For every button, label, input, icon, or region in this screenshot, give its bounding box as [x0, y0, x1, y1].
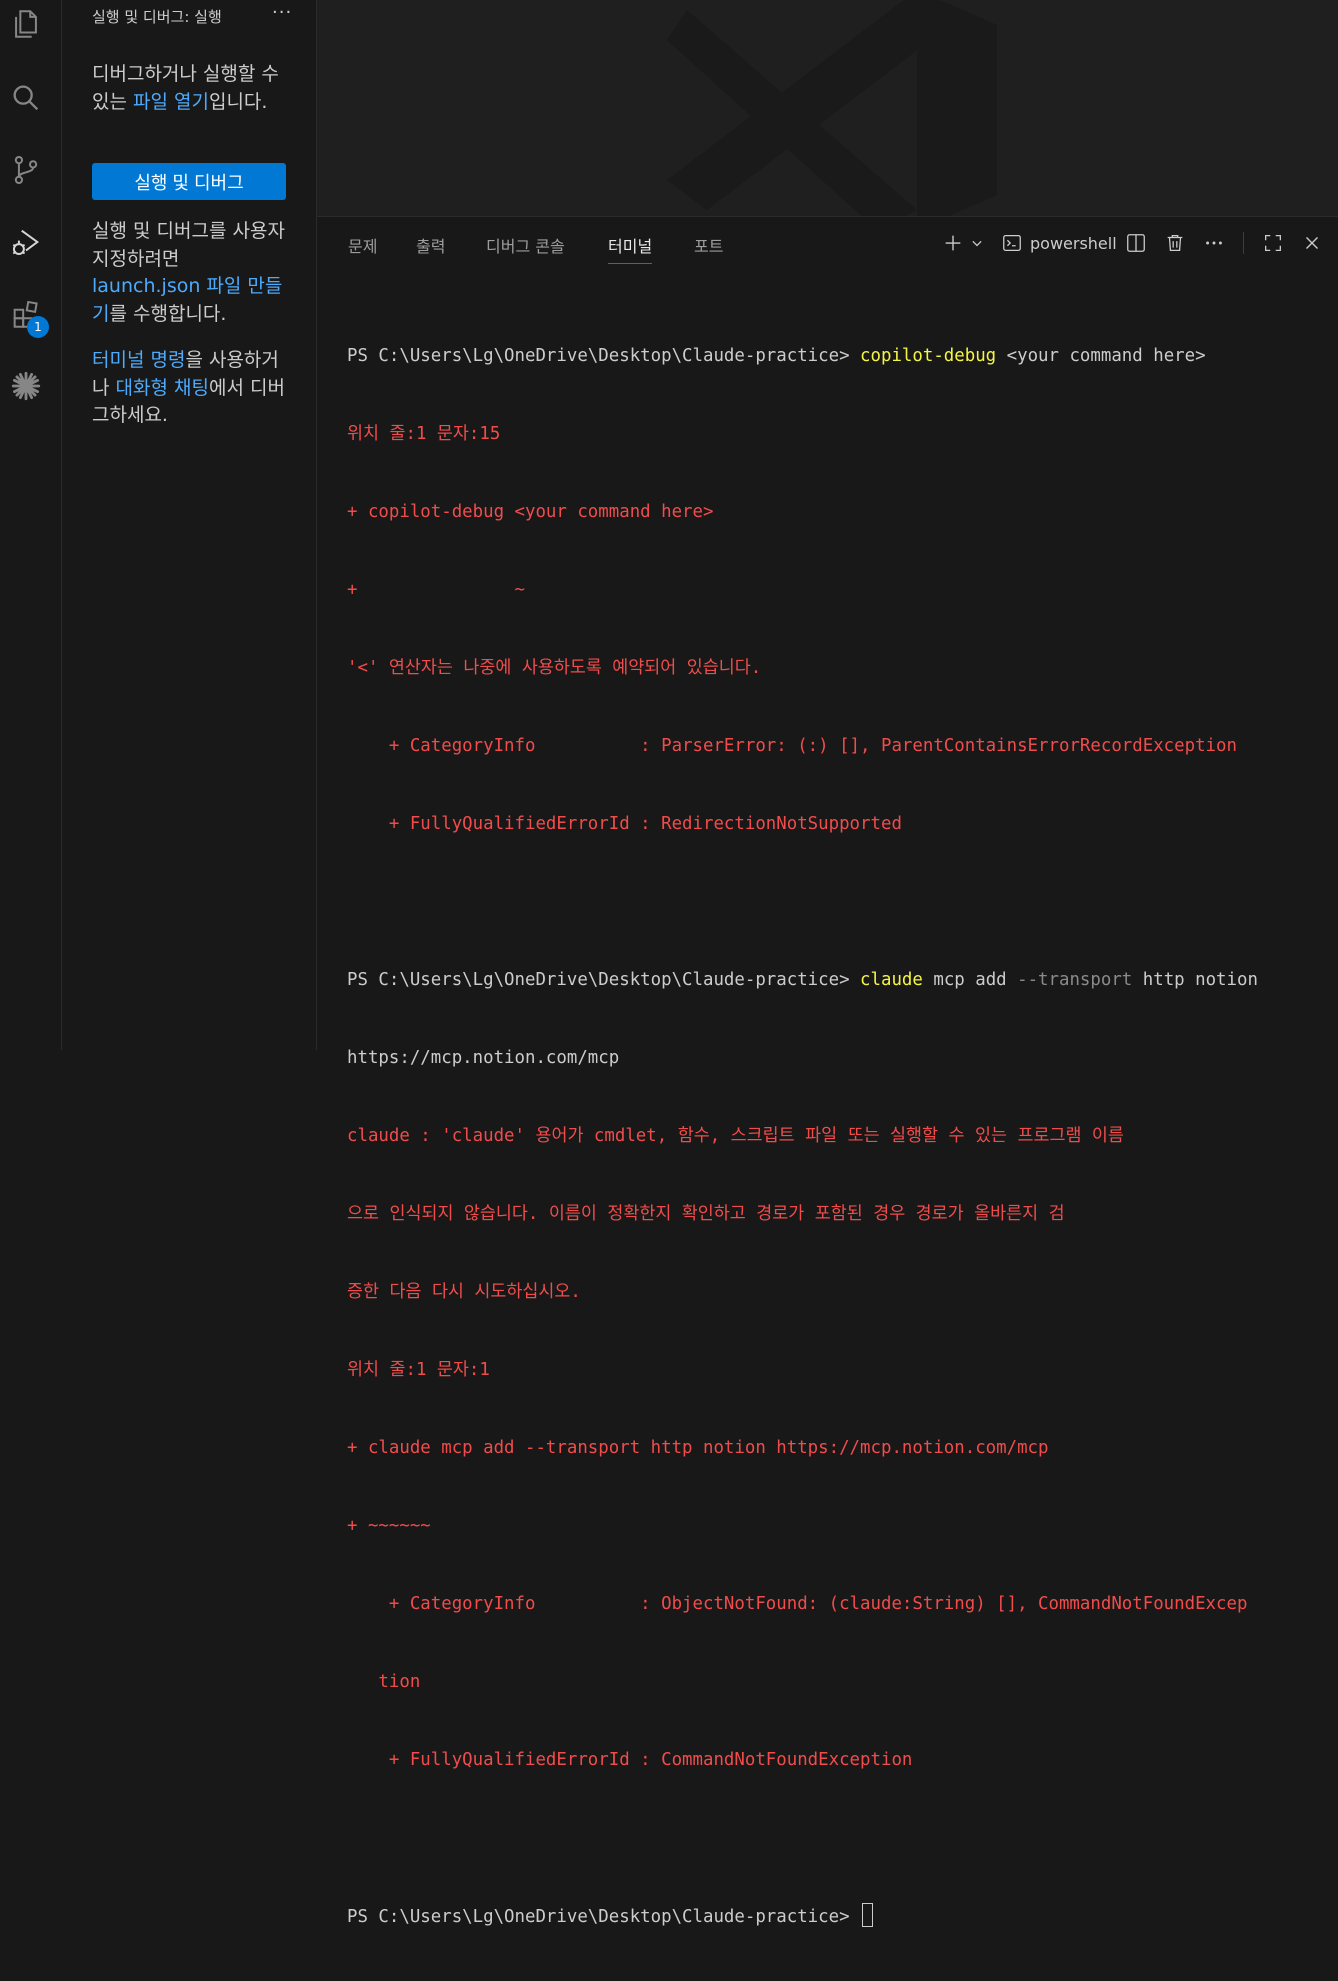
terminal-line: + ~	[347, 580, 525, 600]
terminal-line: + CategoryInfo : ParserError: (:) [], Pa…	[347, 736, 1237, 756]
terminal-line: PS C:\Users\Lg\OneDrive\Desktop\Claude-p…	[347, 346, 1206, 366]
interactive-chat-link[interactable]: 대화형 채팅	[116, 377, 209, 399]
terminal-command-link[interactable]: 터미널 명령	[92, 349, 185, 371]
new-terminal-icon[interactable]	[941, 231, 965, 255]
open-file-message: 디버그하거나 실행할 수 있는 파일 열기입니다.	[92, 63, 279, 113]
sidebar-title: 실행 및 디버그: 실행	[92, 8, 222, 26]
customize-message: 실행 및 디버그를 사용자 지정하려면 launch.json 파일 만들기를 …	[92, 220, 285, 325]
toolbar-divider	[1243, 232, 1244, 254]
extensions-badge: 1	[27, 316, 49, 338]
chevron-down-icon[interactable]	[967, 231, 987, 255]
terminal-line: + claude mcp add --transport http notion…	[347, 1438, 1049, 1458]
terminal-line: + CategoryInfo : ObjectNotFound: (claude…	[347, 1594, 1248, 1614]
run-debug-icon[interactable]	[6, 222, 46, 262]
activity-bar: 1	[0, 0, 62, 1050]
terminal-line: PS C:\Users\Lg\OneDrive\Desktop\Claude-p…	[347, 970, 1258, 990]
terminal-output[interactable]: PS C:\Users\Lg\OneDrive\Desktop\Claude-p…	[347, 291, 1258, 1981]
terminal-chat-message: 터미널 명령을 사용하거나 대화형 채팅에서 디버그하세요.	[92, 349, 285, 426]
vscode-watermark-icon	[667, 0, 997, 216]
run-and-debug-button[interactable]: 실행 및 디버그	[92, 163, 286, 200]
terminal-line: 위치 줄:1 문자:1	[347, 1360, 490, 1380]
run-debug-sidebar: 실행 및 디버그: 실행 ··· 디버그하거나 실행할 수 있는 파일 열기입니…	[62, 0, 317, 1050]
terminal-line: tion	[347, 1672, 421, 1692]
shell-name[interactable]: powershell	[1030, 234, 1117, 253]
tab-output[interactable]: 출력	[416, 233, 445, 263]
split-terminal-icon[interactable]	[1124, 231, 1148, 255]
search-icon[interactable]	[6, 78, 46, 118]
more-actions-icon[interactable]: ···	[272, 2, 292, 23]
tab-ports[interactable]: 포트	[694, 233, 723, 263]
maximize-panel-icon[interactable]	[1261, 231, 1285, 255]
more-icon[interactable]	[1202, 231, 1226, 255]
files-icon[interactable]	[6, 4, 46, 44]
terminal-line: '<' 연산자는 나중에 사용하도록 예약되어 있습니다.	[347, 658, 762, 678]
terminal-line: 으로 인식되지 않습니다. 이름이 정확한지 확인하고 경로가 포함된 경우 경…	[347, 1204, 1065, 1224]
bottom-panel: 문제 출력 디버그 콘솔 터미널 포트 powershell PS C:\Use…	[317, 216, 1338, 1927]
editor-area	[317, 0, 1338, 216]
terminal-shell-icon[interactable]	[1000, 231, 1024, 255]
terminal-line: + copilot-debug <your command here>	[347, 502, 714, 522]
terminal-line: claude : 'claude' 용어가 cmdlet, 함수, 스크립트 파…	[347, 1126, 1124, 1146]
terminal-line: 위치 줄:1 문자:15	[347, 424, 501, 444]
tab-debug-console[interactable]: 디버그 콘솔	[486, 233, 565, 263]
tab-problems[interactable]: 문제	[348, 233, 377, 263]
panel-tabs: 문제 출력 디버그 콘솔 터미널 포트 powershell	[317, 217, 1338, 267]
close-panel-icon[interactable]	[1300, 231, 1324, 255]
terminal-line: + FullyQualifiedErrorId : RedirectionNot…	[347, 814, 902, 834]
terminal-line: + FullyQualifiedErrorId : CommandNotFoun…	[347, 1750, 913, 1770]
terminal-cursor	[862, 1903, 874, 1927]
terminal-line: 증한 다음 다시 시도하십시오.	[347, 1282, 581, 1302]
tab-terminal[interactable]: 터미널	[608, 233, 653, 264]
source-control-icon[interactable]	[6, 150, 46, 190]
terminal-prompt-line: PS C:\Users\Lg\OneDrive\Desktop\Claude-p…	[347, 1903, 1258, 1929]
trash-icon[interactable]	[1163, 231, 1187, 255]
claude-icon[interactable]	[6, 366, 46, 406]
terminal-line: https://mcp.notion.com/mcp	[347, 1048, 620, 1068]
open-file-link[interactable]: 파일 열기	[133, 91, 209, 113]
terminal-line: + ~~~~~~	[347, 1516, 431, 1536]
